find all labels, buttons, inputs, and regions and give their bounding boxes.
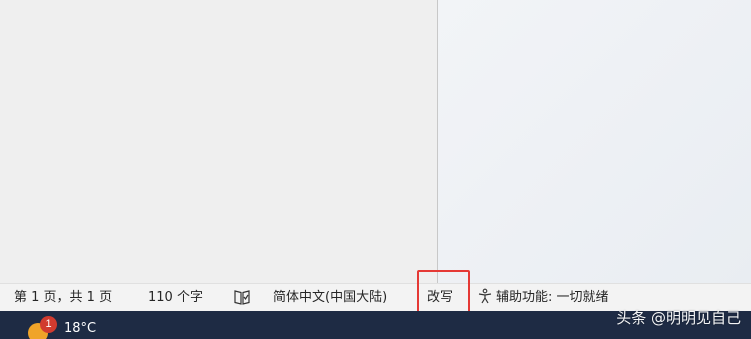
status-bar: 第 1 页，共 1 页 110 个字 简体中文(中国大陆) 改写 辅助功能: 一… — [0, 283, 751, 311]
document-canvas — [0, 0, 751, 283]
language-indicator[interactable]: 简体中文(中国大陆) — [273, 284, 387, 312]
accessibility-checker[interactable]: 辅助功能: 一切就绪 — [477, 284, 609, 312]
side-pane — [438, 0, 751, 283]
notification-badge: 1 — [40, 316, 57, 333]
page-count-indicator[interactable]: 第 1 页，共 1 页 — [14, 284, 112, 312]
accessibility-label: 辅助功能: 一切就绪 — [496, 290, 609, 305]
temperature-label: 18°C — [64, 321, 97, 336]
book-check-icon — [234, 290, 250, 305]
accessibility-person-icon — [478, 288, 492, 304]
word-window: 第 1 页，共 1 页 110 个字 简体中文(中国大陆) 改写 辅助功能: 一… — [0, 0, 751, 339]
proofing-button[interactable] — [233, 288, 251, 308]
taskbar: 1 18°C 头条 @明明见自己 — [0, 309, 751, 339]
overtype-mode-indicator[interactable]: 改写 — [427, 284, 453, 312]
watermark-text: 头条 @明明见自己 — [616, 309, 741, 327]
document-page-area[interactable] — [0, 0, 437, 283]
word-count-indicator[interactable]: 110 个字 — [148, 284, 203, 312]
